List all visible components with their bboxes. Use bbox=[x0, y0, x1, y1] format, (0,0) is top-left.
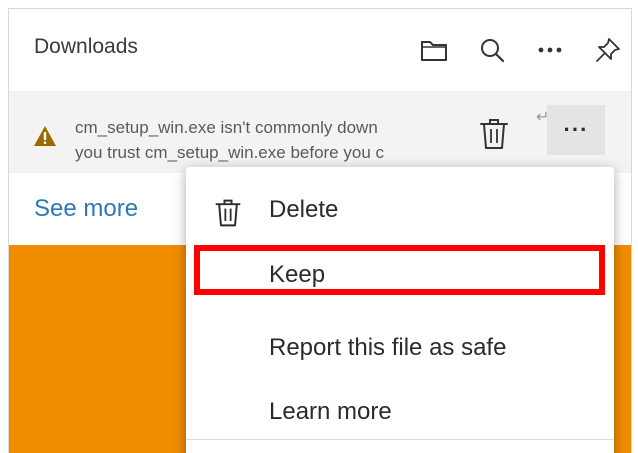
menu-item-learn-more[interactable]: Learn more bbox=[186, 386, 614, 442]
menu-item-report-safe[interactable]: Report this file as safe bbox=[186, 322, 614, 378]
menu-divider bbox=[186, 439, 614, 440]
folder-icon[interactable] bbox=[419, 35, 449, 65]
downloads-header: Downloads bbox=[9, 9, 631, 91]
downloads-panel: Downloads cm_setup_win.exe isn't commonl… bbox=[8, 8, 632, 453]
context-menu: Delete Keep Report this file as safe Lea… bbox=[186, 167, 614, 453]
text-fade bbox=[401, 111, 473, 169]
menu-item-label: Delete bbox=[269, 196, 339, 223]
trash-icon bbox=[214, 198, 242, 228]
more-icon[interactable] bbox=[535, 35, 565, 65]
page-title: Downloads bbox=[34, 35, 138, 58]
menu-item-label: Learn more bbox=[269, 398, 392, 425]
see-more-link[interactable]: See more bbox=[34, 195, 138, 223]
delete-download-button[interactable] bbox=[479, 117, 509, 151]
menu-item-delete[interactable]: Delete bbox=[186, 184, 614, 240]
pin-icon[interactable] bbox=[593, 35, 623, 65]
menu-item-label: Report this file as safe bbox=[269, 334, 507, 361]
more-actions-label: ··· bbox=[563, 117, 589, 142]
search-icon[interactable] bbox=[477, 35, 507, 65]
warning-icon bbox=[33, 125, 57, 152]
highlight-box bbox=[194, 245, 605, 295]
trash-icon bbox=[480, 119, 508, 149]
more-actions-button[interactable]: ··· bbox=[547, 105, 605, 155]
download-item[interactable]: cm_setup_win.exe isn't commonly down you… bbox=[9, 91, 631, 173]
